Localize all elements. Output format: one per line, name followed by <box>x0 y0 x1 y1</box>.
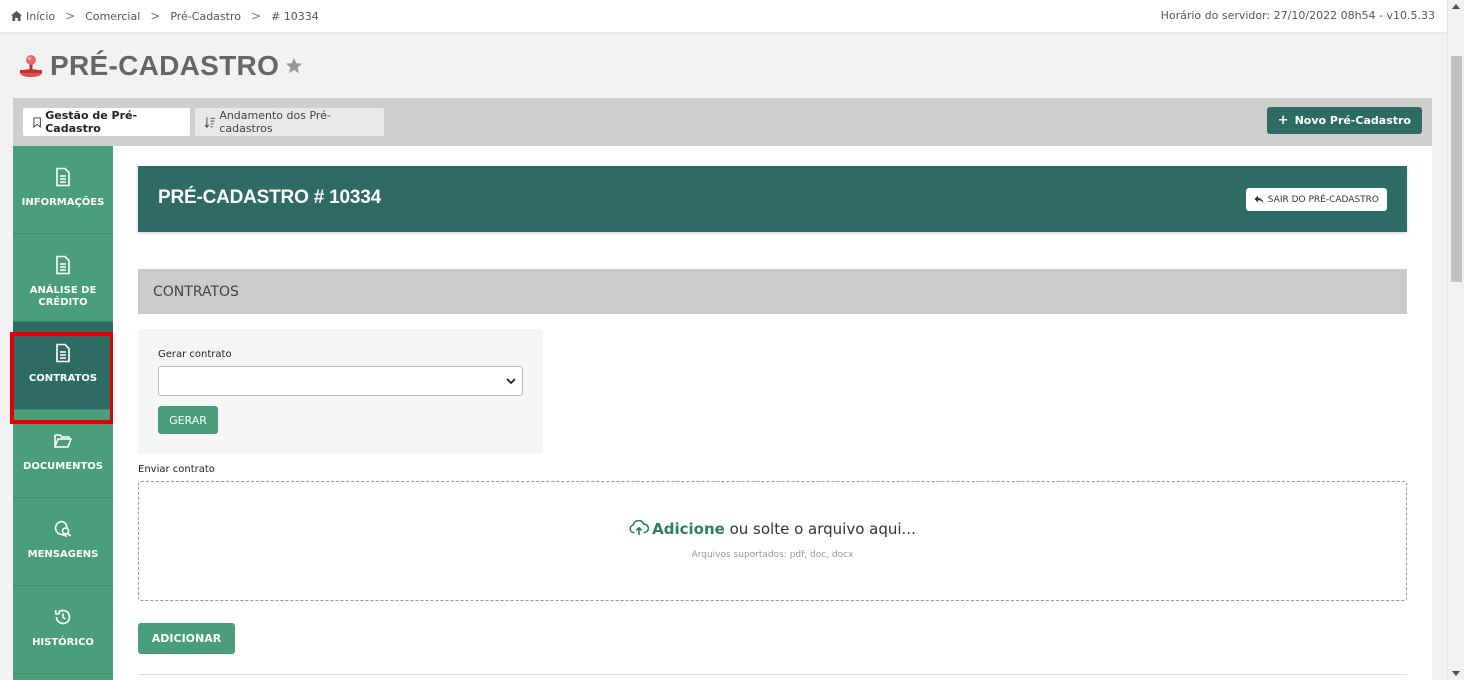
generate-button[interactable]: GERAR <box>158 406 218 434</box>
exit-pre-cadastro-button[interactable]: SAIR DO PRÉ-CADASTRO <box>1245 188 1387 211</box>
sidebar-item-label: INFORMAÇÕES <box>21 197 105 208</box>
breadcrumb-item-pre-cadastro[interactable]: Pré-Cadastro <box>170 10 241 23</box>
bookmark-icon <box>33 116 41 128</box>
cloud-upload-icon <box>629 519 650 535</box>
tab-andamento-pre-cadastros[interactable]: Andamento dos Pré-cadastros <box>195 108 384 136</box>
tabs-bar: Gestão de Pré-Cadastro Andamento dos Pré… <box>13 98 1432 146</box>
reply-icon <box>1254 195 1264 204</box>
chat-search-icon <box>54 520 72 538</box>
upload-contract-label: Enviar contrato <box>138 464 215 475</box>
sidebar-item-label: ANÁLISE DE CRÉDITO <box>29 285 97 308</box>
sidebar-item-historico[interactable]: HISTÓRICO <box>13 586 113 674</box>
generate-contract-label: Gerar contrato <box>158 349 232 360</box>
scroll-down-arrow[interactable] <box>1452 671 1460 676</box>
page-title: PRÉ-CADASTRO <box>50 50 280 81</box>
sidebar-item-analise-credito[interactable]: ANÁLISE DE CRÉDITO <box>13 234 113 322</box>
sidebar-item-label: DOCUMENTOS <box>23 461 103 472</box>
plus-icon: + <box>1277 113 1289 128</box>
page-scrollbar[interactable] <box>1447 0 1464 680</box>
add-file-button[interactable]: ADICIONAR <box>138 623 235 654</box>
sidebar-item-label: HISTÓRICO <box>32 637 94 648</box>
tab-label: Gestão de Pré-Cadastro <box>45 109 138 135</box>
breadcrumb-item-comercial[interactable]: Comercial <box>85 10 140 23</box>
document-icon <box>56 167 70 187</box>
tab-label: Andamento dos Pré-cadastros <box>219 109 331 135</box>
new-button-label: Novo Pré-Cadastro <box>1294 114 1411 127</box>
chevron-down-icon <box>506 378 516 385</box>
breadcrumb: Início > Comercial > Pré-Cadastro > # 10… <box>11 9 319 23</box>
new-pre-cadastro-button[interactable]: + Novo Pré-Cadastro <box>1266 107 1422 134</box>
main-content: PRÉ-CADASTRO # 10334 SAIR DO PRÉ-CADASTR… <box>113 146 1432 680</box>
pre-cadastro-header: PRÉ-CADASTRO # 10334 SAIR DO PRÉ-CADASTR… <box>138 166 1407 232</box>
dropzone-add-link[interactable]: Adicione <box>652 520 725 538</box>
tab-gestao-pre-cadastro[interactable]: Gestão de Pré-Cadastro <box>23 108 190 136</box>
home-icon <box>11 10 22 21</box>
breadcrumb-item-home[interactable]: Início <box>11 10 55 23</box>
dropzone-text: ou solte o arquivo aqui... <box>724 520 916 538</box>
exit-button-label: SAIR DO PRÉ-CADASTRO <box>1267 194 1379 205</box>
page-title-area: PRÉ-CADASTRO <box>18 50 303 82</box>
generate-contract-select[interactable] <box>158 366 523 396</box>
sidebar-item-informacoes[interactable]: INFORMAÇÕES <box>13 146 113 234</box>
supported-files-note: Arquivos suportados: pdf, doc, docx <box>691 550 854 560</box>
breadcrumb-separator: > <box>250 9 262 23</box>
generate-contract-panel: Gerar contrato GERAR <box>138 329 543 454</box>
breadcrumb-separator: > <box>65 9 76 23</box>
sort-icon <box>205 116 216 128</box>
active-item-highlight <box>10 332 114 424</box>
section-header-contratos: CONTRATOS <box>138 269 1407 314</box>
joystick-icon <box>20 55 42 77</box>
file-dropzone[interactable]: Adicione ou solte o arquivo aqui... Arqu… <box>138 481 1407 601</box>
server-time: Horário do servidor: 27/10/2022 08h54 - … <box>1160 9 1435 22</box>
folder-open-icon <box>54 434 72 448</box>
top-bar: Início > Comercial > Pré-Cadastro > # 10… <box>0 0 1447 32</box>
section-title: CONTRATOS <box>153 284 239 300</box>
star-icon[interactable] <box>285 57 303 75</box>
sidebar-item-label: MENSAGENS <box>27 549 99 560</box>
scrollbar-thumb[interactable] <box>1451 56 1462 282</box>
next-section-edge <box>138 674 1407 680</box>
pre-cadastro-title: PRÉ-CADASTRO # 10334 <box>158 187 382 208</box>
dropzone-message: Adicione ou solte o arquivo aqui... <box>139 519 1406 538</box>
sidebar-item-mensagens[interactable]: MENSAGENS <box>13 498 113 586</box>
breadcrumb-separator: > <box>150 9 161 23</box>
scroll-up-arrow[interactable] <box>1452 4 1460 9</box>
document-icon <box>56 255 70 275</box>
history-icon <box>54 609 71 625</box>
breadcrumb-item-current: # 10334 <box>271 9 319 23</box>
